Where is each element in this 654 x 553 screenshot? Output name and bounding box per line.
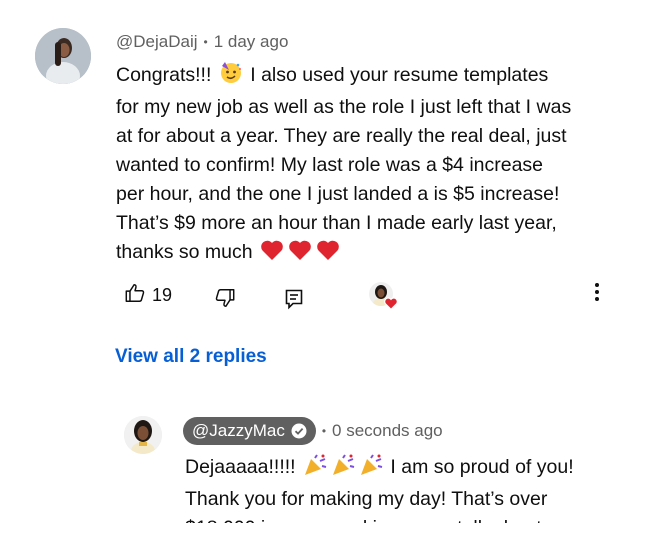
reply-time[interactable]: 0 seconds ago [332, 421, 443, 441]
reply-line: Dejaaaaa!!!!! I am so proud of you! [185, 453, 625, 485]
separator-dot: • [203, 35, 208, 49]
reply-line: $18,000 in an annual increase, talk abou… [185, 514, 625, 523]
separator-dot: • [321, 424, 327, 438]
reply-body: Dejaaaaa!!!!! I am so proud of you! Than… [185, 453, 625, 523]
creator-heart-icon [384, 297, 398, 315]
thumbs-down-icon [214, 287, 236, 314]
dislike-button[interactable] [214, 287, 236, 313]
comment-author[interactable]: @DejaDaij [116, 32, 198, 52]
partying-face-emoji-icon [219, 60, 243, 93]
comment-line: thanks so much [116, 238, 636, 270]
reply-button[interactable] [284, 288, 304, 314]
view-all-replies-link[interactable]: View all 2 replies [115, 346, 267, 368]
reply-header: @JazzyMac • 0 seconds ago [183, 416, 443, 446]
reply-author: @JazzyMac [192, 421, 285, 440]
reply-avatar[interactable] [124, 416, 162, 454]
reply-author-chip[interactable]: @JazzyMac [183, 417, 316, 445]
comment-body: Congrats!!! I also used your resume temp… [116, 60, 636, 270]
heart-emoji-icon [316, 239, 340, 270]
avatar[interactable] [35, 28, 91, 84]
comment-line: at for about a year. They are really the… [116, 125, 567, 147]
comment-line: for my new job as well as the role I jus… [116, 96, 572, 118]
verified-check-icon [291, 423, 307, 439]
reply-line: Thank you for making my day! That’s over [185, 488, 548, 510]
more-options-button[interactable] [586, 282, 608, 306]
heart-emoji-icon [260, 239, 284, 270]
thumbs-up-icon [124, 282, 146, 309]
comment-line: Congrats!!! I also used your resume temp… [116, 60, 636, 93]
like-count: 19 [152, 284, 173, 305]
reply-icon [284, 288, 304, 315]
heart-emoji-icon [288, 239, 312, 270]
comment-line: wanted to confirm! My last role was a $4… [116, 154, 544, 176]
party-popper-emoji-icon [359, 454, 383, 485]
creator-heart-badge [369, 282, 399, 312]
like-button[interactable]: 19 [124, 282, 172, 308]
party-popper-emoji-icon [303, 454, 327, 485]
party-popper-emoji-icon [331, 454, 355, 485]
comment-time[interactable]: 1 day ago [214, 32, 289, 52]
more-vert-icon [594, 282, 600, 307]
reply-avatar-image [124, 416, 162, 454]
avatar-image [35, 28, 91, 84]
comment-line: per hour, and the one I just landed a is… [116, 183, 560, 205]
comment-line: That’s $9 more an hour than I made early… [116, 212, 557, 234]
comment-header: @DejaDaij • 1 day ago [116, 31, 288, 53]
